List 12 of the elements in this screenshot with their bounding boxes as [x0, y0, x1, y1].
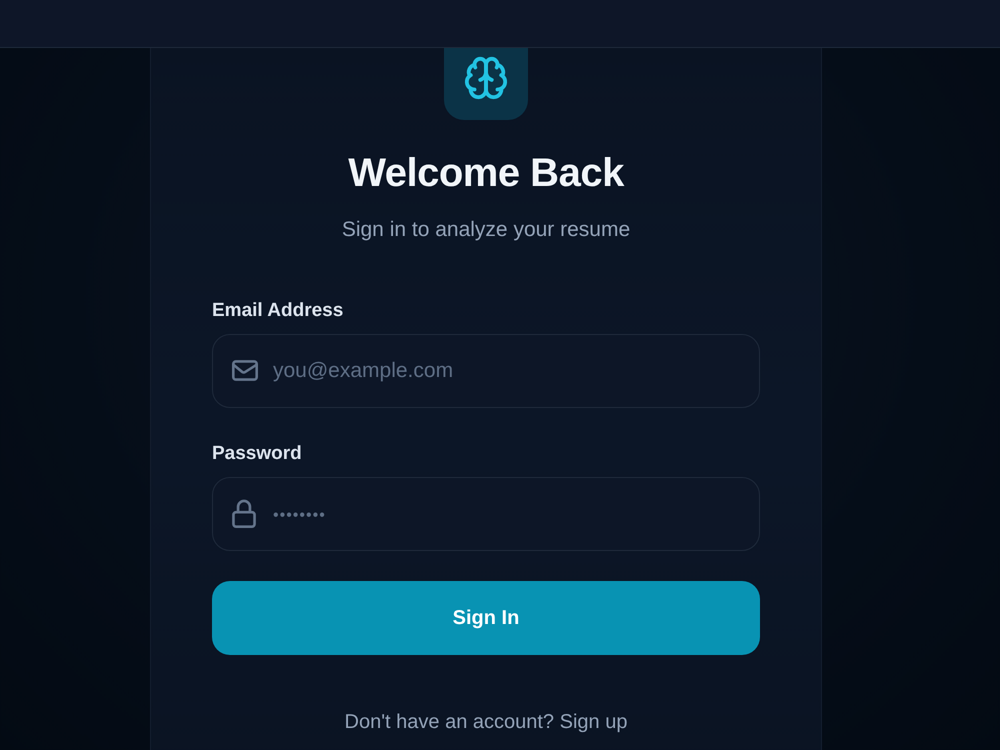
- field-label: Password: [212, 442, 302, 466]
- envelope-icon: [232, 360, 258, 381]
- sign-up-link[interactable]: Sign up: [560, 711, 628, 733]
- brain-logo-icon: [444, 48, 528, 120]
- sign-in-button[interactable]: Sign In: [212, 581, 760, 655]
- email-field[interactable]: you@example.com: [212, 334, 760, 408]
- subtitle: Sign in to analyze your resume: [340, 217, 632, 243]
- lock-icon: [232, 499, 256, 528]
- field-label: Email Address: [212, 299, 344, 323]
- signup-prompt: Don't have an account? Sign up: [344, 710, 628, 735]
- password-field[interactable]: ••••••••: [212, 477, 760, 551]
- welcome-title: Welcome Back: [347, 150, 626, 197]
